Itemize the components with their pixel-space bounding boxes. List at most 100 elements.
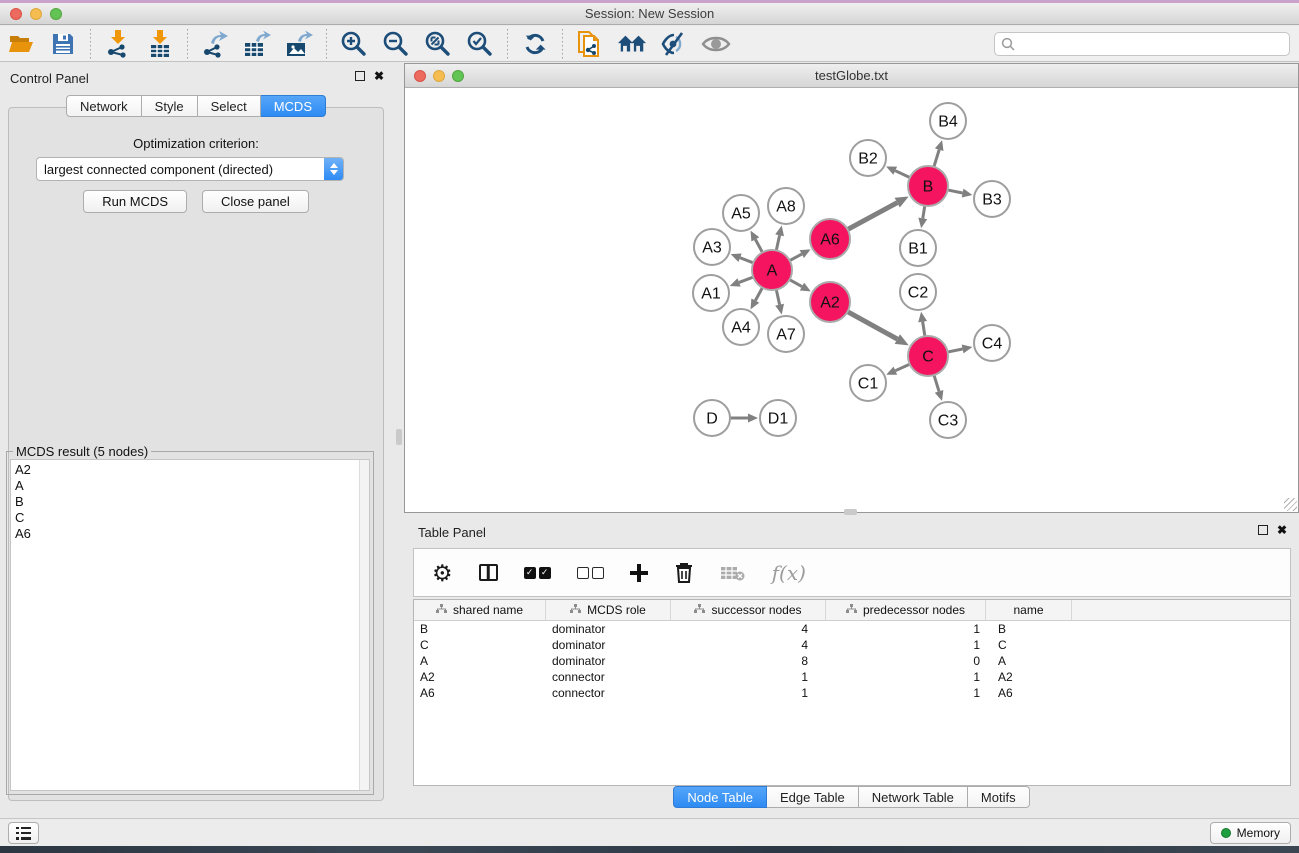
column-header-shared-name[interactable]: shared name [414, 600, 546, 620]
cell-MCDS-role[interactable]: dominator [546, 637, 671, 653]
float-table-panel-icon[interactable] [1258, 525, 1268, 535]
cell-predecessor-nodes[interactable]: 0 [826, 653, 986, 669]
network-from-file-icon[interactable] [575, 29, 605, 59]
mcds-result-list[interactable]: A2ABCA6 [10, 459, 370, 791]
export-network-icon[interactable] [200, 29, 230, 59]
cell-successor-nodes[interactable]: 1 [671, 669, 826, 685]
table-row[interactable]: Adominator80A [414, 653, 1290, 669]
horizontal-splitter-grip[interactable] [844, 509, 857, 515]
graph-node-A4[interactable]: A4 [723, 309, 759, 345]
table-row[interactable]: Cdominator41C [414, 637, 1290, 653]
graph-node-B2[interactable]: B2 [850, 140, 886, 176]
cell-predecessor-nodes[interactable]: 1 [826, 669, 986, 685]
graph-node-A5[interactable]: A5 [723, 195, 759, 231]
graph-node-A1[interactable]: A1 [693, 275, 729, 311]
cell-shared-name[interactable]: B [414, 621, 546, 637]
cell-predecessor-nodes[interactable]: 1 [826, 621, 986, 637]
column-header-successor-nodes[interactable]: successor nodes [671, 600, 826, 620]
close-panel-button[interactable]: Close panel [202, 190, 309, 213]
window-resize-grip[interactable] [1284, 498, 1297, 511]
tab-style[interactable]: Style [142, 95, 198, 117]
cell-predecessor-nodes[interactable]: 1 [826, 637, 986, 653]
cell-shared-name[interactable]: A6 [414, 685, 546, 701]
search-input[interactable] [1016, 35, 1289, 53]
network-canvas[interactable]: AA6A2BCA5A8A3A1A4A7B2B4B3B1C2C4C1C3DD1 [405, 89, 1298, 512]
run-mcds-button[interactable]: Run MCDS [83, 190, 187, 213]
edge-B-B4[interactable] [933, 150, 939, 169]
search-field[interactable] [994, 32, 1290, 56]
cell-successor-nodes[interactable]: 4 [671, 637, 826, 653]
cell-MCDS-role[interactable]: connector [546, 685, 671, 701]
close-panel-icon[interactable]: ✖ [374, 71, 384, 81]
delete-columns-icon[interactable] [674, 562, 694, 584]
graph-node-C3[interactable]: C3 [930, 402, 966, 438]
cell-successor-nodes[interactable]: 1 [671, 685, 826, 701]
mcds-result-item[interactable]: C [15, 510, 369, 526]
graph-node-A7[interactable]: A7 [768, 316, 804, 352]
zoom-in-icon[interactable] [339, 29, 369, 59]
cell-shared-name[interactable]: C [414, 637, 546, 653]
column-header-name[interactable]: name [986, 600, 1072, 620]
cell-name[interactable]: A2 [986, 669, 1072, 685]
mcds-result-item[interactable]: B [15, 494, 369, 510]
export-table-icon[interactable] [242, 29, 272, 59]
table-row[interactable]: Bdominator41B [414, 621, 1290, 637]
cell-MCDS-role[interactable]: dominator [546, 621, 671, 637]
graph-node-B3[interactable]: B3 [974, 181, 1010, 217]
graph-node-A3[interactable]: A3 [694, 229, 730, 265]
task-history-button[interactable] [8, 822, 39, 844]
mcds-result-item[interactable]: A2 [15, 462, 369, 478]
tab-edge-table[interactable]: Edge Table [767, 786, 859, 808]
mcds-result-item[interactable]: A [15, 478, 369, 494]
show-graphics-details-icon[interactable] [701, 29, 731, 59]
table-row[interactable]: A2connector11A2 [414, 669, 1290, 685]
zoom-fit-icon[interactable] [423, 29, 453, 59]
tab-network-table[interactable]: Network Table [859, 786, 968, 808]
float-panel-icon[interactable] [355, 71, 365, 81]
table-settings-icon[interactable]: ⚙ [432, 562, 453, 584]
import-network-icon[interactable] [103, 29, 133, 59]
tab-network[interactable]: Network [66, 95, 142, 117]
home-layouts-icon[interactable] [617, 29, 647, 59]
close-table-panel-icon[interactable]: ✖ [1277, 525, 1287, 535]
open-file-icon[interactable] [6, 29, 36, 59]
graph-node-A8[interactable]: A8 [768, 188, 804, 224]
add-column-icon[interactable] [630, 564, 648, 582]
tab-select[interactable]: Select [198, 95, 261, 117]
cell-MCDS-role[interactable]: dominator [546, 653, 671, 669]
cell-shared-name[interactable]: A2 [414, 669, 546, 685]
network-graph[interactable]: AA6A2BCA5A8A3A1A4A7B2B4B3B1C2C4C1C3DD1 [405, 89, 1298, 512]
select-all-columns-icon[interactable]: ✓✓ [524, 567, 551, 579]
export-image-icon[interactable] [284, 29, 314, 59]
delete-table-icon[interactable] [720, 564, 746, 582]
refresh-layout-icon[interactable] [520, 29, 550, 59]
graph-node-D1[interactable]: D1 [760, 400, 796, 436]
tab-motifs[interactable]: Motifs [968, 786, 1030, 808]
criterion-dropdown[interactable]: largest connected component (directed) [36, 157, 344, 181]
scrollbar-track[interactable] [359, 460, 369, 790]
function-builder-icon[interactable]: f(x) [772, 561, 806, 585]
tab-node-table[interactable]: Node Table [673, 786, 767, 808]
cell-name[interactable]: C [986, 637, 1072, 653]
graph-node-C4[interactable]: C4 [974, 325, 1010, 361]
unselect-all-columns-icon[interactable] [577, 567, 604, 579]
cell-predecessor-nodes[interactable]: 1 [826, 685, 986, 701]
graph-node-B[interactable]: B [908, 166, 948, 206]
tab-mcds[interactable]: MCDS [261, 95, 326, 117]
column-header-predecessor-nodes[interactable]: predecessor nodes [826, 600, 986, 620]
graph-node-A2[interactable]: A2 [810, 282, 850, 322]
graph-node-B1[interactable]: B1 [900, 230, 936, 266]
cell-shared-name[interactable]: A [414, 653, 546, 669]
network-window-titlebar[interactable]: testGlobe.txt [405, 64, 1298, 88]
edge-A6-B[interactable] [846, 203, 897, 231]
vertical-splitter-grip[interactable] [396, 429, 402, 445]
graph-node-D[interactable]: D [694, 400, 730, 436]
cell-successor-nodes[interactable]: 8 [671, 653, 826, 669]
graph-node-C[interactable]: C [908, 336, 948, 376]
graph-node-C1[interactable]: C1 [850, 365, 886, 401]
show-columns-icon[interactable] [479, 564, 498, 581]
cell-name[interactable]: B [986, 621, 1072, 637]
show-style-icon[interactable] [659, 29, 689, 59]
memory-button[interactable]: Memory [1210, 822, 1291, 844]
edge-A2-C[interactable] [846, 311, 898, 339]
